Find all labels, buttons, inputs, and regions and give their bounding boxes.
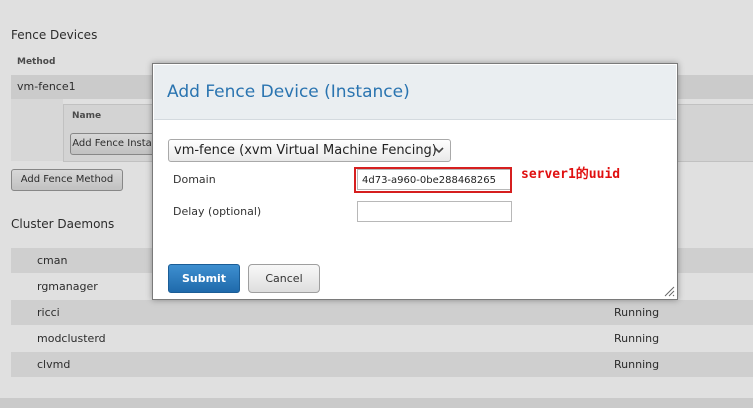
submit-button[interactable]: Submit [168,264,240,293]
chevron-down-icon [434,147,444,154]
uuid-annotation: server1的uuid [521,167,621,182]
cancel-button[interactable]: Cancel [248,264,320,293]
dialog-header: Add Fence Device (Instance) [154,65,676,120]
fence-device-type-value: vm-fence (xvm Virtual Machine Fencing) [174,143,437,158]
resize-grip-icon[interactable] [663,285,675,297]
domain-highlight-box [354,167,512,193]
delay-input[interactable] [357,201,512,222]
fence-device-type-select[interactable]: vm-fence (xvm Virtual Machine Fencing) [168,139,451,162]
dialog-title: Add Fence Device (Instance) [167,82,410,102]
domain-label: Domain [173,173,216,186]
delay-label: Delay (optional) [173,205,262,218]
